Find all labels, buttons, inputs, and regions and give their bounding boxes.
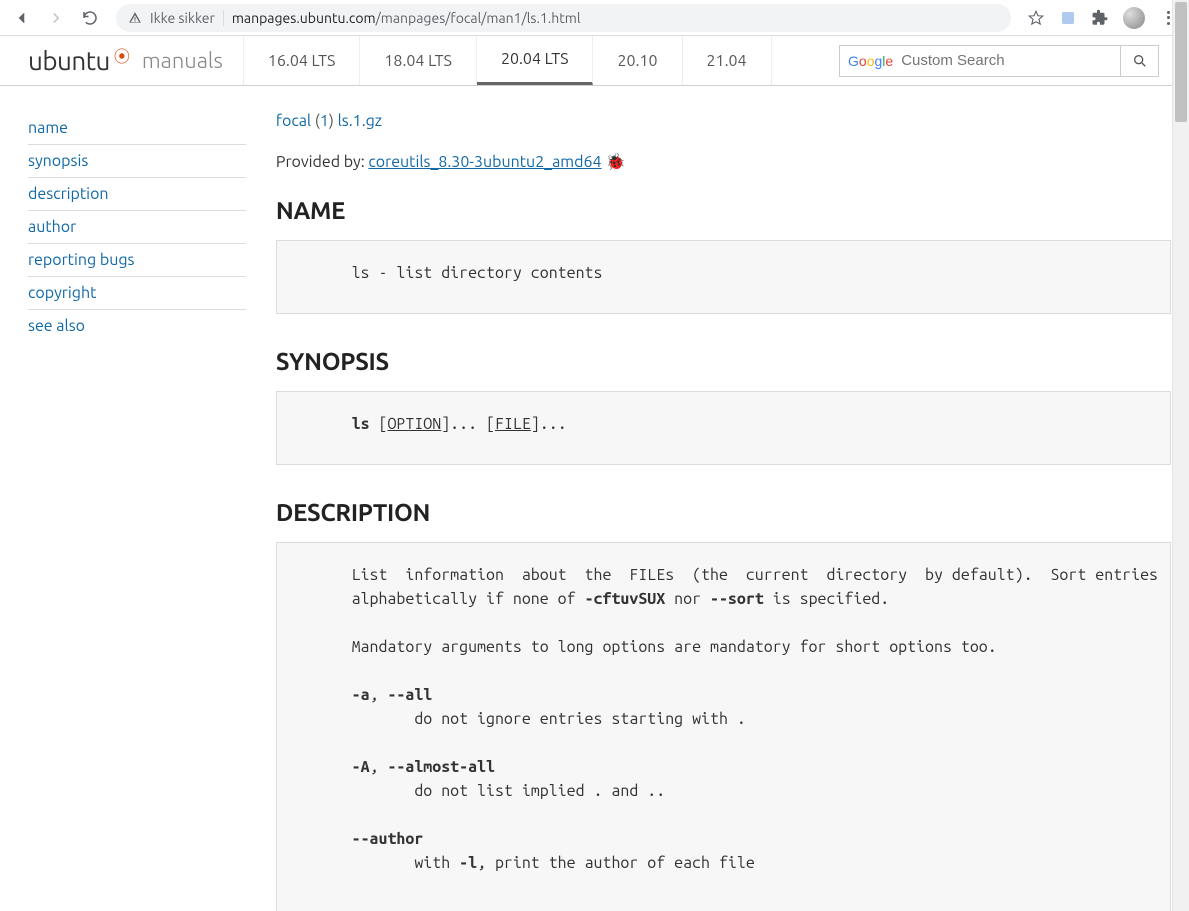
version-tabs: 16.04 LTS18.04 LTS20.04 LTS20.1021.04 xyxy=(244,36,772,85)
provided-by: Provided by: coreutils_8.30-3ubuntu2_amd… xyxy=(276,152,1171,171)
toc-item-copyright[interactable]: copyright xyxy=(28,277,246,310)
separator xyxy=(223,10,224,26)
profile-avatar[interactable] xyxy=(1123,7,1145,29)
toc-item-synopsis[interactable]: synopsis xyxy=(28,145,246,178)
synopsis-box: ls [OPTION]... [FILE]... xyxy=(276,391,1171,465)
name-box: ls - list directory contents xyxy=(276,240,1171,314)
arrow-right-icon xyxy=(47,9,65,27)
toc-item-name[interactable]: name xyxy=(28,112,246,145)
breadcrumb: focal (1) ls.1.gz xyxy=(276,112,1171,130)
tab-20.04-lts[interactable]: 20.04 LTS xyxy=(477,36,594,85)
heading-synopsis: SYNOPSIS xyxy=(276,348,1171,375)
bc-file[interactable]: ls.1.gz xyxy=(338,112,383,130)
google-logo: Google xyxy=(840,53,901,69)
reload-icon xyxy=(81,9,99,27)
search-button[interactable] xyxy=(1120,45,1158,77)
toc-sidebar: namesynopsisdescriptionauthorreporting b… xyxy=(28,112,246,911)
tab-20.10[interactable]: 20.10 xyxy=(593,36,682,85)
star-icon[interactable] xyxy=(1027,9,1045,27)
scrollbar-thumb[interactable] xyxy=(1175,2,1187,122)
bug-icon[interactable]: 🐞 xyxy=(606,152,626,171)
tab-16.04-lts[interactable]: 16.04 LTS xyxy=(244,36,361,85)
back-button[interactable] xyxy=(8,4,36,32)
heading-description: DESCRIPTION xyxy=(276,499,1171,526)
site-header: ubuntu⦿ manuals 16.04 LTS18.04 LTS20.04 … xyxy=(0,36,1189,86)
tab-18.04-lts[interactable]: 18.04 LTS xyxy=(360,36,477,85)
toc-item-reporting-bugs[interactable]: reporting bugs xyxy=(28,244,246,277)
search-area: Google xyxy=(839,36,1189,85)
description-box: List information about the FILEs (the cu… xyxy=(276,542,1171,911)
bc-dist[interactable]: focal xyxy=(276,112,311,130)
url-text: manpages.ubuntu.com/manpages/focal/man1/… xyxy=(232,10,581,26)
search-input[interactable] xyxy=(901,52,1120,69)
manpage-content: focal (1) ls.1.gz Provided by: coreutils… xyxy=(246,112,1171,911)
arrow-left-icon xyxy=(13,9,31,27)
puzzle-icon[interactable] xyxy=(1091,9,1109,27)
extension-icon[interactable] xyxy=(1059,9,1077,27)
toc-item-author[interactable]: author xyxy=(28,211,246,244)
search-icon xyxy=(1132,53,1148,69)
scrollbar[interactable] xyxy=(1172,0,1189,911)
forward-button[interactable] xyxy=(42,4,70,32)
reload-button[interactable] xyxy=(76,4,104,32)
search-box: Google xyxy=(839,45,1159,77)
tab-21.04[interactable]: 21.04 xyxy=(683,36,772,85)
heading-name: NAME xyxy=(276,197,1171,224)
package-link[interactable]: coreutils_8.30-3ubuntu2_amd64 xyxy=(368,153,601,171)
toc-item-see-also[interactable]: see also xyxy=(28,310,246,342)
not-secure-icon xyxy=(128,11,142,25)
logo[interactable]: ubuntu⦿ manuals xyxy=(0,36,244,85)
address-bar[interactable]: Ikke sikker manpages.ubuntu.com/manpages… xyxy=(116,4,1011,32)
toc-item-description[interactable]: description xyxy=(28,178,246,211)
ubuntu-circle-icon: ⦿ xyxy=(114,43,130,67)
toolbar-right xyxy=(1023,7,1181,29)
not-secure-label: Ikke sikker xyxy=(150,10,215,26)
bc-section[interactable]: 1 xyxy=(320,112,329,130)
browser-toolbar: Ikke sikker manpages.ubuntu.com/manpages… xyxy=(0,0,1189,36)
